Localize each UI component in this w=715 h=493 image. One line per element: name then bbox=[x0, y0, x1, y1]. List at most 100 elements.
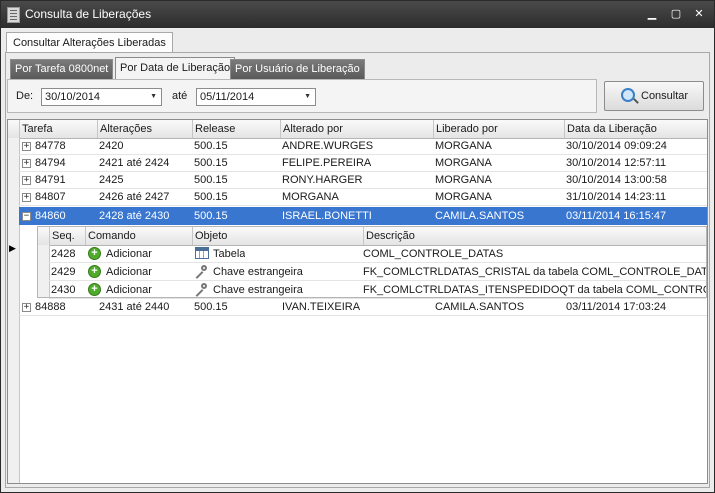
cell-release: 500.15 bbox=[194, 174, 228, 186]
cell-alterado-por: MORGANA bbox=[282, 191, 339, 203]
cell-alterado-por: FELIPE.PEREIRA bbox=[282, 157, 372, 169]
filter-panel: De: 30/10/2014 ▼ até 05/11/2014 ▼ bbox=[7, 79, 597, 113]
cell-release: 500.15 bbox=[194, 157, 228, 169]
title-bar[interactable]: Consulta de Liberações ▁ ▢ ✕ bbox=[1, 1, 714, 28]
key-icon bbox=[195, 283, 209, 297]
cell-comando: Adicionar bbox=[106, 248, 152, 260]
cell-tarefa: 84807 bbox=[35, 191, 66, 203]
cell-alterado-por: RONY.HARGER bbox=[282, 174, 363, 186]
chevron-down-icon[interactable]: ▼ bbox=[304, 89, 311, 105]
results-grid[interactable]: Tarefa Alterações Release Alterado por L… bbox=[7, 119, 708, 484]
expand-icon[interactable]: + bbox=[22, 142, 31, 151]
grid-header: Tarefa Alterações Release Alterado por L… bbox=[8, 120, 707, 139]
expand-icon[interactable]: + bbox=[22, 303, 31, 312]
tab-por-data[interactable]: Por Data de Liberação bbox=[115, 57, 236, 80]
cell-tarefa: 84778 bbox=[35, 140, 66, 152]
cell-objeto: Chave estrangeira bbox=[213, 284, 303, 296]
cell-tarefa: 84791 bbox=[35, 174, 66, 186]
app-icon bbox=[7, 7, 20, 23]
cell-release: 500.15 bbox=[194, 140, 228, 152]
cell-alteracoes: 2426 até 2427 bbox=[99, 191, 170, 203]
column-header-data-liberacao[interactable]: Data da Liberação bbox=[564, 120, 707, 138]
cell-tarefa: 84860 bbox=[35, 210, 66, 222]
column-header-liberado-por[interactable]: Liberado por bbox=[433, 120, 564, 138]
column-header-seq[interactable]: Seq. bbox=[49, 227, 85, 245]
cell-alteracoes: 2421 até 2424 bbox=[99, 157, 170, 169]
cell-liberado-por: MORGANA bbox=[435, 157, 492, 169]
cell-alteracoes: 2425 bbox=[99, 174, 124, 186]
consultar-button[interactable]: Consultar bbox=[604, 81, 704, 111]
collapse-icon[interactable]: − bbox=[22, 212, 31, 221]
cell-release: 500.15 bbox=[194, 210, 228, 222]
cell-alterado-por: ANDRE.WURGES bbox=[282, 140, 374, 152]
add-icon: + bbox=[88, 265, 101, 278]
to-label: até bbox=[172, 90, 188, 102]
cell-data-liberacao: 30/10/2014 09:09:24 bbox=[566, 140, 667, 152]
column-header-tarefa[interactable]: Tarefa bbox=[19, 120, 97, 138]
tab-consultar-alteracoes[interactable]: Consultar Alterações Liberadas bbox=[6, 32, 173, 53]
maximize-button[interactable]: ▢ bbox=[668, 6, 684, 22]
cell-liberado-por: MORGANA bbox=[435, 191, 492, 203]
table-row[interactable]: + 84888 2431 até 2440 500.15 IVAN.TEIXEI… bbox=[19, 299, 707, 316]
add-icon: + bbox=[88, 283, 101, 296]
cell-release: 500.15 bbox=[194, 301, 228, 313]
consultar-button-label: Consultar bbox=[641, 90, 689, 102]
detail-row[interactable]: 2428 + Adicionar Tabela COML_CONTROLE_DA… bbox=[49, 245, 706, 263]
table-row[interactable]: + 84778 2420 500.15 ANDRE.WURGES MORGANA… bbox=[19, 138, 707, 155]
expand-icon[interactable]: + bbox=[22, 159, 31, 168]
cell-data-liberacao: 30/10/2014 13:00:58 bbox=[566, 174, 667, 186]
table-row[interactable]: + 84791 2425 500.15 RONY.HARGER MORGANA … bbox=[19, 172, 707, 189]
detail-row[interactable]: 2429 + Adicionar Chave estrangeira FK_CO… bbox=[49, 263, 706, 281]
column-header-alterado-por[interactable]: Alterado por bbox=[280, 120, 433, 138]
close-button[interactable]: ✕ bbox=[691, 6, 707, 22]
column-header-objeto[interactable]: Objeto bbox=[192, 227, 363, 245]
cell-data-liberacao: 03/11/2014 16:15:47 bbox=[566, 210, 667, 222]
cell-data-liberacao: 03/11/2014 17:03:24 bbox=[566, 301, 667, 313]
table-row[interactable]: + 84807 2426 até 2427 500.15 MORGANA MOR… bbox=[19, 189, 707, 206]
detail-grid[interactable]: Seq. Comando Objeto Descrição 2428 + Adi… bbox=[37, 226, 707, 299]
window-title: Consulta de Liberações bbox=[25, 7, 152, 21]
cell-liberado-por: CAMILA.SANTOS bbox=[435, 210, 525, 222]
to-date-picker[interactable]: 05/11/2014 ▼ bbox=[196, 88, 316, 106]
detail-row[interactable]: 2430 + Adicionar Chave estrangeira FK_CO… bbox=[49, 281, 706, 299]
tab-por-tarefa[interactable]: Por Tarefa 0800net bbox=[10, 59, 114, 79]
cell-liberado-por: CAMILA.SANTOS bbox=[435, 301, 525, 313]
cell-release: 500.15 bbox=[194, 191, 228, 203]
cell-alterado-por: IVAN.TEIXEIRA bbox=[282, 301, 361, 313]
to-date-value: 05/11/2014 bbox=[200, 91, 255, 103]
from-label: De: bbox=[16, 90, 34, 102]
table-icon bbox=[195, 247, 209, 259]
cell-alteracoes: 2428 até 2430 bbox=[99, 210, 170, 222]
cell-descricao: FK_COMLCTRLDATAS_ITENSPEDIDOQT da tabela… bbox=[363, 284, 706, 296]
cell-seq: 2428 bbox=[51, 248, 76, 260]
main-window: Consulta de Liberações ▁ ▢ ✕ Consultar A… bbox=[0, 0, 715, 493]
cell-liberado-por: MORGANA bbox=[435, 140, 492, 152]
column-header-alteracoes[interactable]: Alterações bbox=[97, 120, 192, 138]
cell-alterado-por: ISRAEL.BONETTI bbox=[282, 210, 372, 222]
column-header-descricao[interactable]: Descrição bbox=[363, 227, 706, 245]
from-date-picker[interactable]: 30/10/2014 ▼ bbox=[41, 88, 162, 106]
cell-tarefa: 84794 bbox=[35, 157, 66, 169]
column-header-comando[interactable]: Comando bbox=[85, 227, 192, 245]
column-header-release[interactable]: Release bbox=[192, 120, 280, 138]
cell-descricao: FK_COMLCTRLDATAS_CRISTAL da tabela COML_… bbox=[363, 266, 706, 278]
cell-comando: Adicionar bbox=[106, 284, 152, 296]
cell-data-liberacao: 30/10/2014 12:57:11 bbox=[566, 157, 667, 169]
minimize-button[interactable]: ▁ bbox=[644, 6, 660, 22]
cell-seq: 2429 bbox=[51, 266, 76, 278]
table-row[interactable]: + 84794 2421 até 2424 500.15 FELIPE.PERE… bbox=[19, 155, 707, 172]
cell-descricao: COML_CONTROLE_DATAS bbox=[363, 248, 504, 260]
expand-icon[interactable]: + bbox=[22, 176, 31, 185]
table-row-selected[interactable]: − 84860 2428 até 2430 500.15 ISRAEL.BONE… bbox=[19, 207, 707, 225]
add-icon: + bbox=[88, 247, 101, 260]
cell-alteracoes: 2431 até 2440 bbox=[99, 301, 170, 313]
expand-icon[interactable]: + bbox=[22, 193, 31, 202]
tab-por-usuario[interactable]: Por Usuário de Liberação bbox=[230, 59, 365, 79]
cell-tarefa: 84888 bbox=[35, 301, 66, 313]
cell-objeto: Chave estrangeira bbox=[213, 266, 303, 278]
from-date-value: 30/10/2014 bbox=[45, 91, 101, 103]
chevron-down-icon[interactable]: ▼ bbox=[150, 89, 157, 105]
cell-objeto: Tabela bbox=[213, 248, 246, 260]
cell-comando: Adicionar bbox=[106, 266, 152, 278]
cell-data-liberacao: 31/10/2014 14:23:11 bbox=[566, 191, 667, 203]
